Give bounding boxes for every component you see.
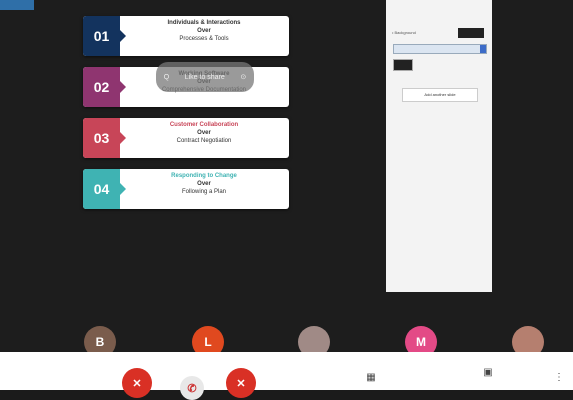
value-text-4: Responding to Change Over Following a Pl… bbox=[125, 172, 283, 196]
value-title-4: Responding to Change bbox=[171, 173, 237, 179]
camera-off-icon[interactable]: ✕ bbox=[226, 368, 256, 398]
layout-select[interactable] bbox=[393, 44, 487, 54]
more-options-icon[interactable]: ⋮ bbox=[554, 370, 564, 384]
present-screen-icon[interactable]: ▣ bbox=[480, 364, 496, 380]
value-number-4: 04 bbox=[83, 169, 126, 209]
background-color-swatch[interactable] bbox=[458, 28, 484, 38]
participant-strip: B L M bbox=[0, 318, 573, 358]
value-subtitle-3: Contract Negotiation bbox=[176, 138, 232, 144]
value-title-3: Customer Collaboration bbox=[169, 122, 239, 128]
add-slide-button[interactable]: Add another slide bbox=[402, 88, 478, 102]
value-text-1: Individuals & Interactions Over Processe… bbox=[125, 19, 283, 43]
side-panel: • Background Add another slide bbox=[386, 0, 492, 292]
value-over-4: Over bbox=[197, 181, 211, 187]
value-number-2: 02 bbox=[83, 67, 126, 107]
value-over-3: Over bbox=[197, 130, 211, 136]
floating-control-pill[interactable]: Q Like to share ⊙ bbox=[156, 62, 254, 92]
corner-accent bbox=[0, 0, 34, 10]
background-row-label: • Background bbox=[392, 30, 416, 35]
value-subtitle-1: Processes & Tools bbox=[179, 36, 229, 42]
end-call-icon[interactable]: ✆ bbox=[180, 376, 204, 400]
value-text-3: Customer Collaboration Over Contract Neg… bbox=[125, 121, 283, 145]
value-card-4: 04 Responding to Change Over Following a… bbox=[83, 169, 289, 209]
meeting-toolbar: ✕ ✆ ✕ ▦ ▣ ⋮ bbox=[0, 352, 573, 400]
value-card-1: 01 Individuals & Interactions Over Proce… bbox=[83, 16, 289, 56]
value-number-3: 03 bbox=[83, 118, 126, 158]
value-subtitle-4: Following a Plan bbox=[181, 189, 227, 195]
value-number-1: 01 bbox=[83, 16, 126, 56]
grid-view-icon[interactable]: ▦ bbox=[364, 370, 378, 384]
value-card-3: 03 Customer Collaboration Over Contract … bbox=[83, 118, 289, 158]
pointer-icon: Q bbox=[163, 73, 170, 81]
value-over-1: Over bbox=[197, 28, 211, 34]
mic-off-icon[interactable]: ✕ bbox=[122, 368, 152, 398]
value-title-1: Individuals & Interactions bbox=[167, 20, 241, 26]
target-icon[interactable]: ⊙ bbox=[240, 73, 246, 81]
presentation-stage: 01 Individuals & Interactions Over Proce… bbox=[0, 0, 573, 358]
overlay-label: Like to share bbox=[184, 73, 225, 81]
color-picker-swatch[interactable] bbox=[393, 59, 413, 71]
chevron-down-icon[interactable] bbox=[480, 45, 486, 53]
